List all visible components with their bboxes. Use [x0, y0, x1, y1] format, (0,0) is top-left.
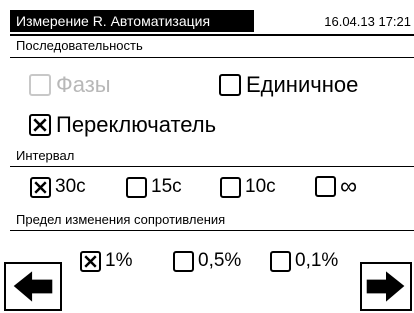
single-checkbox-box: [219, 74, 241, 96]
interval-30-box: [30, 176, 51, 198]
resistance-limit-divider: [10, 230, 414, 231]
limit-01-label: 0,1%: [295, 250, 339, 271]
interval-option-infinity[interactable]: ∞: [315, 172, 358, 200]
switch-label: Переключатель: [56, 112, 217, 137]
check-x-icon: [84, 254, 97, 268]
interval-15-box: [126, 176, 147, 198]
switch-checkbox-box: [29, 114, 51, 136]
interval-15-label: 15с: [151, 176, 182, 197]
switch-checkbox[interactable]: Переключатель: [29, 112, 216, 138]
check-x-icon: [34, 180, 47, 194]
interval-label: Интервал: [16, 148, 75, 163]
phases-checkbox[interactable]: Фазы: [29, 72, 111, 98]
limit-1-box: [80, 250, 101, 272]
limit-05-box: [173, 250, 194, 272]
datetime: 16.04.13 17:21: [324, 14, 411, 29]
window-title: Измерение R. Автоматизация: [10, 10, 254, 32]
interval-10-label: 10с: [245, 176, 276, 197]
limit-option-1[interactable]: 1%: [80, 250, 132, 272]
interval-option-15[interactable]: 15с: [126, 176, 182, 198]
interval-10-box: [220, 176, 241, 198]
interval-option-10[interactable]: 10с: [220, 176, 276, 198]
arrow-right-icon: [366, 271, 405, 302]
phases-label: Фазы: [56, 72, 111, 97]
check-x-icon: [33, 118, 47, 132]
arrow-left-icon: [13, 271, 53, 302]
limit-05-label: 0,5%: [198, 250, 242, 271]
limit-1-label: 1%: [105, 250, 133, 271]
phases-checkbox-box: [29, 74, 51, 96]
limit-option-05[interactable]: 0,5%: [173, 250, 241, 272]
single-label: Единичное: [246, 72, 359, 97]
interval-divider: [10, 166, 414, 167]
limit-option-01[interactable]: 0,1%: [270, 250, 338, 272]
interval-option-30[interactable]: 30с: [30, 176, 86, 198]
title-bar: Измерение R. Автоматизация 16.04.13 17:2…: [10, 10, 414, 36]
back-button[interactable]: [4, 262, 62, 311]
interval-infinity-box: [315, 176, 336, 197]
resistance-limit-label: Предел изменения сопротивления: [16, 212, 226, 227]
single-checkbox[interactable]: Единичное: [219, 72, 358, 98]
sequence-label: Последовательность: [16, 38, 143, 53]
limit-01-box: [270, 250, 291, 272]
interval-infinity-label: ∞: [340, 172, 358, 200]
interval-30-label: 30с: [55, 176, 86, 197]
forward-button[interactable]: [360, 262, 412, 311]
sequence-divider: [10, 57, 414, 58]
